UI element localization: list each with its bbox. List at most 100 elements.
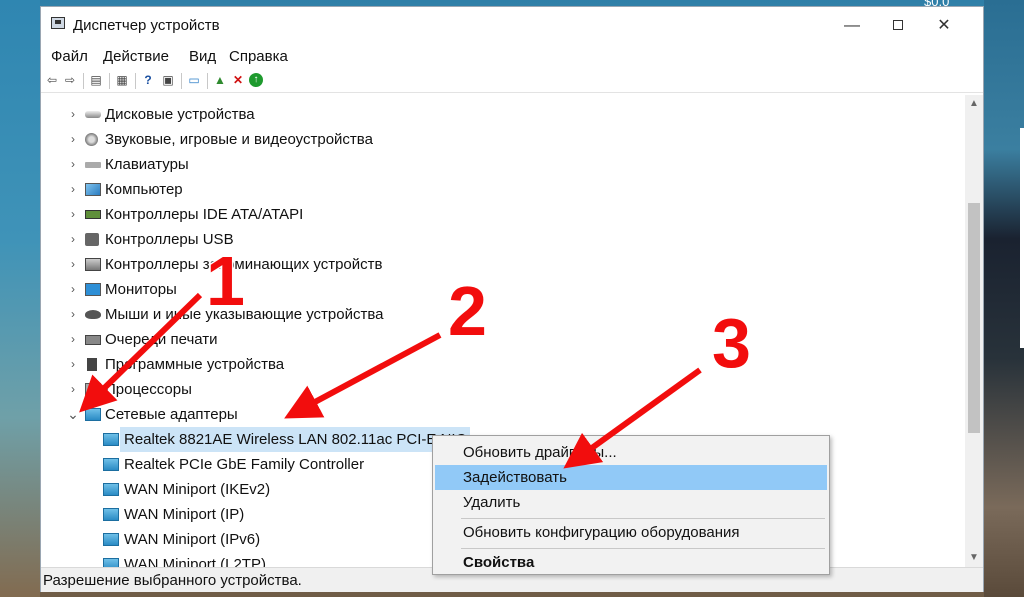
context-item-scan-hardware[interactable]: Обновить конфигурацию оборудования: [435, 520, 827, 545]
monitor-icon[interactable]: ▭: [187, 73, 201, 87]
maximize-button[interactable]: [875, 13, 921, 39]
context-item-properties[interactable]: Свойства: [435, 550, 827, 575]
chevron-right-icon[interactable]: ›: [67, 177, 79, 202]
computer-icon: [85, 183, 101, 196]
network-adapter-icon: [103, 508, 119, 521]
tree-item-label: Клавиатуры: [105, 156, 189, 173]
desktop-window-edge: [1020, 128, 1024, 348]
tree-item-label: Realtek 8821AE Wireless LAN 802.11ac PCI…: [120, 427, 471, 452]
context-item-uninstall[interactable]: Удалить: [435, 490, 827, 515]
annotation-number-1: 1: [206, 242, 245, 320]
toolbar-separator: [109, 73, 110, 89]
tree-item-print-queues[interactable]: › Очереди печати: [41, 327, 965, 352]
tree-item-label: Мониторы: [105, 281, 177, 298]
status-text: Разрешение выбранного устройства.: [43, 572, 302, 589]
network-adapter-icon: [103, 458, 119, 471]
vertical-scrollbar[interactable]: ▲ ▼: [965, 95, 983, 567]
tree-item-label: Процессоры: [105, 381, 192, 398]
usb-icon: [85, 233, 99, 246]
tree-item-label: Realtek PCIe GbE Family Controller: [124, 456, 365, 473]
chevron-right-icon[interactable]: ›: [67, 352, 79, 377]
tree-item-usb[interactable]: › Контроллеры USB: [41, 227, 965, 252]
tree-item-label: WAN Miniport (L2TP): [124, 556, 266, 567]
help-icon[interactable]: ?: [141, 73, 155, 87]
toolbar-separator: [83, 73, 84, 89]
context-item-update-driver[interactable]: Обновить драйверы...: [435, 440, 827, 465]
chevron-right-icon[interactable]: ›: [67, 227, 79, 252]
chevron-right-icon[interactable]: ›: [67, 327, 79, 352]
toolbar-separator: [181, 73, 182, 89]
enable-icon[interactable]: ↑: [249, 73, 263, 87]
scroll-up-icon[interactable]: ▲: [965, 95, 983, 113]
tree-item-label: Сетевые адаптеры: [105, 406, 238, 423]
tree-item-disk-drives[interactable]: › Дисковые устройства: [41, 102, 965, 127]
toolbar: ⇦ ⇨ ▤ ▦ ? ▣ ▭ ▲ ✕ ↑: [41, 69, 983, 93]
tree-item-software-devices[interactable]: › Программные устройства: [41, 352, 965, 377]
tree-item-computer[interactable]: › Компьютер: [41, 177, 965, 202]
speaker-icon: [85, 133, 98, 146]
device-view-icon[interactable]: ▣: [161, 73, 175, 87]
close-button[interactable]: ✕: [921, 13, 967, 39]
tree-item-label: WAN Miniport (IKEv2): [124, 481, 271, 498]
update-driver-icon[interactable]: ▲: [213, 73, 227, 87]
properties-icon[interactable]: ▤: [89, 73, 103, 87]
keyboard-icon: [85, 162, 101, 168]
ide-controller-icon: [85, 210, 101, 219]
tree-item-monitors[interactable]: › Мониторы: [41, 277, 965, 302]
context-separator: [461, 518, 825, 519]
chevron-right-icon[interactable]: ›: [67, 127, 79, 152]
disk-drive-icon: [85, 111, 101, 118]
tree-item-label: WAN Miniport (IPv6): [124, 531, 261, 548]
scroll-down-icon[interactable]: ▼: [965, 549, 983, 567]
tree-item-label: Очереди печати: [105, 331, 218, 348]
chevron-right-icon[interactable]: ›: [67, 302, 79, 327]
tree-item-storage[interactable]: › Контроллеры запоминающих устройств: [41, 252, 965, 277]
menu-help[interactable]: Справка: [229, 48, 288, 65]
chevron-right-icon[interactable]: ›: [67, 252, 79, 277]
minimize-button[interactable]: —: [829, 13, 875, 39]
chevron-right-icon[interactable]: ›: [67, 102, 79, 127]
desktop-background-left: [0, 0, 40, 597]
toolbar-separator: [135, 73, 136, 89]
tree-item-label: WAN Miniport (IP): [124, 506, 245, 523]
forward-icon[interactable]: ⇨: [63, 73, 77, 87]
menu-file[interactable]: Файл: [51, 48, 88, 65]
chevron-right-icon[interactable]: ›: [67, 202, 79, 227]
tree-item-sound[interactable]: › Звуковые, игровые и видеоустройства: [41, 127, 965, 152]
tree-item-network-adapters[interactable]: ⌄ Сетевые адаптеры: [41, 402, 965, 427]
software-device-icon: [87, 358, 97, 371]
tree-item-ide[interactable]: › Контроллеры IDE ATA/ATAPI: [41, 202, 965, 227]
tree-item-processors[interactable]: › Процессоры: [41, 377, 965, 402]
menu-view[interactable]: Вид: [189, 48, 216, 65]
monitor-icon: [85, 283, 101, 296]
context-menu: Обновить драйверы... Задействовать Удали…: [432, 435, 830, 575]
menu-action[interactable]: Действие: [103, 48, 169, 65]
chevron-down-icon[interactable]: ⌄: [67, 402, 79, 427]
tree-item-label: Дисковые устройства: [105, 106, 255, 123]
chevron-right-icon[interactable]: ›: [67, 277, 79, 302]
title-bar[interactable]: Диспетчер устройств — ✕: [41, 7, 983, 43]
network-adapter-icon: [103, 533, 119, 546]
tree-item-label: Звуковые, игровые и видеоустройства: [105, 131, 373, 148]
processor-icon: [85, 383, 101, 396]
uninstall-icon[interactable]: ✕: [231, 73, 245, 87]
desktop-background-right: [984, 0, 1024, 597]
toolbar-separator: [207, 73, 208, 89]
maximize-icon: [893, 20, 903, 30]
mouse-icon: [85, 310, 101, 319]
view-icon[interactable]: ▦: [115, 73, 129, 87]
back-icon[interactable]: ⇦: [45, 73, 59, 87]
network-adapter-disabled-icon: [103, 433, 119, 446]
chevron-right-icon[interactable]: ›: [67, 377, 79, 402]
chevron-right-icon[interactable]: ›: [67, 152, 79, 177]
network-adapter-icon: [103, 558, 119, 567]
window-title: Диспетчер устройств: [73, 17, 220, 34]
tree-item-label: Контроллеры IDE ATA/ATAPI: [105, 206, 304, 223]
menu-bar: Файл Действие Вид Справка: [41, 45, 983, 67]
tree-item-mice[interactable]: › Мыши и иные указывающие устройства: [41, 302, 965, 327]
printer-icon: [85, 335, 101, 345]
tree-item-keyboards[interactable]: › Клавиатуры: [41, 152, 965, 177]
scrollbar-thumb[interactable]: [968, 203, 980, 433]
context-item-enable[interactable]: Задействовать: [435, 465, 827, 490]
tree-item-label: Компьютер: [105, 181, 183, 198]
